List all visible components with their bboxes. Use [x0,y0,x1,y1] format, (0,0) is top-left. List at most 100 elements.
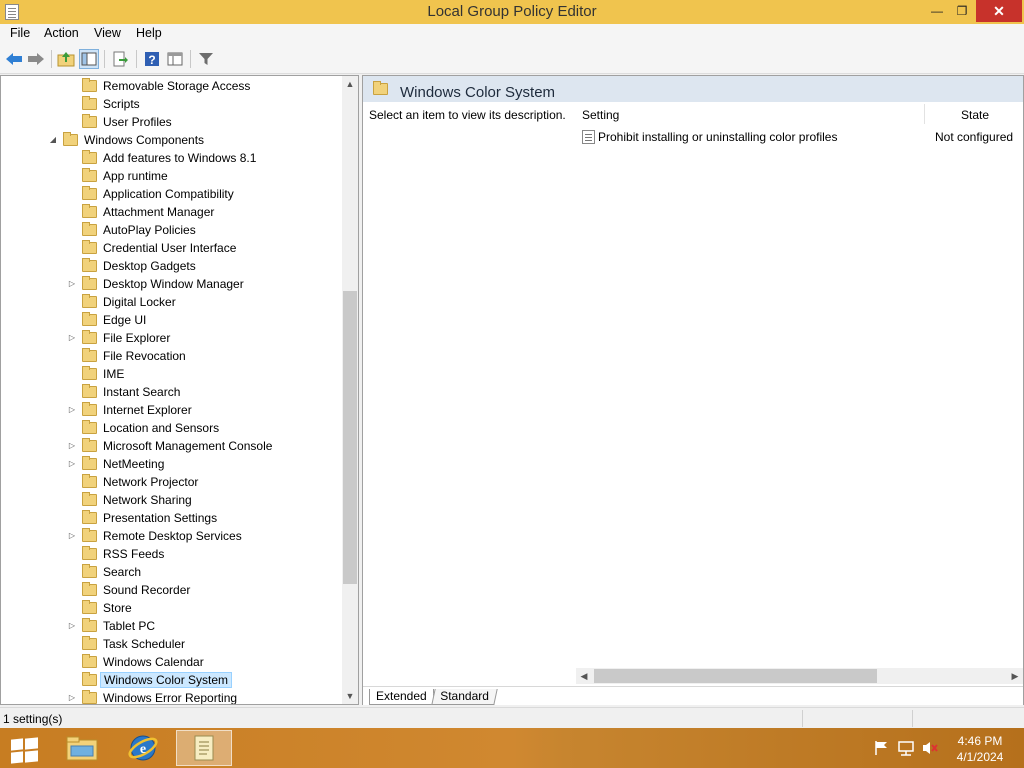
setting-row[interactable]: Prohibit installing or uninstalling colo… [568,128,1023,146]
tree-item-label[interactable]: Windows Components [84,131,204,149]
tree-vertical-scrollbar[interactable]: ▲ ▼ [342,76,358,704]
tree-item[interactable]: ▷ Windows Error Reporting [1,689,341,704]
tree-item-label[interactable]: Add features to Windows 8.1 [103,149,256,167]
tree-item[interactable]: Add features to Windows 8.1 [1,149,341,167]
tab-standard[interactable]: Standard [431,689,498,705]
tree-item[interactable]: AutoPlay Policies [1,221,341,239]
properties-icon[interactable] [165,49,185,69]
tree-item-label[interactable]: Windows Error Reporting [103,689,237,704]
tree-item[interactable]: Location and Sensors [1,419,341,437]
tree-item-label[interactable]: NetMeeting [103,455,164,473]
tree-item[interactable]: Removable Storage Access [1,77,341,95]
up-folder-icon[interactable] [56,49,76,69]
tree-item-label[interactable]: Store [103,599,132,617]
tree-item[interactable]: ▷ NetMeeting [1,455,341,473]
tree-item-label[interactable]: Location and Sensors [103,419,219,437]
tree-item-label[interactable]: App runtime [103,167,168,185]
menu-file[interactable]: File [10,26,30,40]
tree-item-label[interactable]: Tablet PC [103,617,155,635]
tree-item-label[interactable]: Microsoft Management Console [103,437,272,455]
details-horizontal-scrollbar[interactable]: ◀ ▶ [576,668,1023,684]
tree-item[interactable]: Network Projector [1,473,341,491]
tree-item[interactable]: ▷ Desktop Window Manager [1,275,341,293]
tree-item-label[interactable]: Instant Search [103,383,180,401]
tree-item-label[interactable]: File Explorer [103,329,170,347]
tree-item[interactable]: Instant Search [1,383,341,401]
tree-item[interactable]: Presentation Settings [1,509,341,527]
tree-item-label[interactable]: Remote Desktop Services [103,527,242,545]
tree-item-label[interactable]: Task Scheduler [103,635,185,653]
expander-arrow-icon[interactable]: ▷ [67,329,77,347]
tree-item-label[interactable]: Network Projector [103,473,198,491]
tree-item-label[interactable]: Windows Color System [100,672,233,688]
tree-item[interactable]: ▷ Remote Desktop Services [1,527,341,545]
tree-item-label[interactable]: File Revocation [103,347,186,365]
setting-name[interactable]: Prohibit installing or uninstalling colo… [598,130,837,144]
back-icon[interactable] [4,49,24,69]
tree-item[interactable]: User Profiles [1,113,341,131]
tree-item-label[interactable]: RSS Feeds [103,545,164,563]
tree-item-label[interactable]: Desktop Window Manager [103,275,244,293]
tree-item[interactable]: Credential User Interface [1,239,341,257]
tree-item[interactable]: Sound Recorder [1,581,341,599]
network-icon[interactable] [897,740,915,756]
tree-item-label[interactable]: Desktop Gadgets [103,257,196,275]
tree-item-label[interactable]: User Profiles [103,113,172,131]
tree-item-label[interactable]: Digital Locker [103,293,176,311]
taskbar-internet-explorer[interactable]: e [115,730,171,766]
help-icon[interactable]: ? [142,49,162,69]
scroll-down-icon[interactable]: ▼ [342,688,358,704]
scroll-right-icon[interactable]: ▶ [1007,668,1023,684]
tree-item[interactable]: Windows Calendar [1,653,341,671]
export-list-icon[interactable] [110,49,130,69]
menu-view[interactable]: View [94,26,121,40]
tree-item[interactable]: Application Compatibility [1,185,341,203]
tree-item-label[interactable]: Application Compatibility [103,185,234,203]
tree-item-label[interactable]: Network Sharing [103,491,192,509]
menu-action[interactable]: Action [44,26,79,40]
taskbar-file-explorer[interactable] [54,730,110,766]
tree-item[interactable]: ▷ Tablet PC [1,617,341,635]
tree-item[interactable]: ◢ Windows Components [1,131,341,149]
action-center-flag-icon[interactable] [873,740,891,756]
tree-item[interactable]: RSS Feeds [1,545,341,563]
tree-item-label[interactable]: Attachment Manager [103,203,214,221]
tree-item[interactable]: Store [1,599,341,617]
tree-item[interactable]: Edge UI [1,311,341,329]
tree-item-label[interactable]: Search [103,563,141,581]
taskbar-group-policy-editor[interactable] [176,730,232,766]
filter-icon[interactable] [196,49,216,69]
scroll-thumb[interactable] [594,669,877,683]
tree-item[interactable]: ▷ Microsoft Management Console [1,437,341,455]
tab-extended[interactable]: Extended [369,689,434,705]
expander-arrow-icon[interactable]: ▷ [67,617,77,635]
tree-item[interactable]: IME [1,365,341,383]
expander-arrow-icon[interactable]: ▷ [67,275,77,293]
speaker-muted-icon[interactable] [921,740,939,756]
tree-item[interactable]: Search [1,563,341,581]
tree-item-label[interactable]: Internet Explorer [103,401,192,419]
tree-item-label[interactable]: Scripts [103,95,140,113]
scroll-left-icon[interactable]: ◀ [576,668,592,684]
scroll-up-icon[interactable]: ▲ [342,76,358,92]
tree-item[interactable]: ▷ File Explorer [1,329,341,347]
tree-item[interactable]: File Revocation [1,347,341,365]
tree-item[interactable]: Attachment Manager [1,203,341,221]
maximize-button[interactable]: ❐ [948,0,976,22]
forward-icon[interactable] [26,49,46,69]
tree-item-label[interactable]: Removable Storage Access [103,77,250,95]
start-button[interactable] [8,736,40,764]
tree-item[interactable]: Windows Color System [1,671,341,689]
tree-item-label[interactable]: AutoPlay Policies [103,221,196,239]
tree-item[interactable]: ▷ Internet Explorer [1,401,341,419]
expander-arrow-icon[interactable]: ▷ [67,455,77,473]
expander-arrow-icon[interactable]: ◢ [48,131,58,149]
close-button[interactable]: ✕ [976,0,1022,22]
menu-help[interactable]: Help [136,26,162,40]
tree-item-label[interactable]: Windows Calendar [103,653,204,671]
tree-item-label[interactable]: Credential User Interface [103,239,236,257]
tree-item[interactable]: Task Scheduler [1,635,341,653]
tree-item-label[interactable]: Sound Recorder [103,581,190,599]
column-state[interactable]: State [935,108,1015,122]
expander-arrow-icon[interactable]: ▷ [67,689,77,704]
